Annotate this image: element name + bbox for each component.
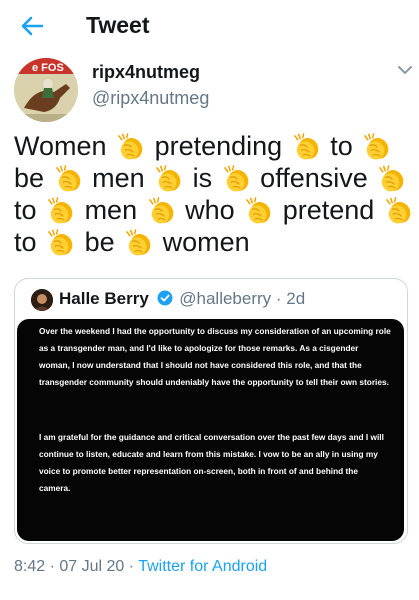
tweet-word: pretending: [154, 131, 283, 161]
clapping-hands-icon: [54, 165, 83, 192]
tweet-word: pretend: [282, 195, 375, 225]
clapping-hands-icon: [292, 133, 321, 160]
tweet-word: women: [162, 227, 250, 257]
quoted-tweet[interactable]: Halle Berry @halleberry · 2d Over the we…: [14, 278, 408, 544]
top-bar: Tweet: [0, 0, 419, 52]
tweet-meta: 8:42 · 07 Jul 20 · Twitter for Android: [14, 558, 267, 576]
verified-badge-icon: [157, 290, 173, 306]
svg-text:e FOS: e FOS: [32, 62, 64, 74]
clapping-hands-icon: [362, 133, 391, 160]
source-link[interactable]: Twitter for Android: [138, 558, 267, 575]
quoted-handle: @halleberry: [179, 289, 272, 308]
clapping-hands-icon: [377, 165, 406, 192]
clapping-hands-icon: [154, 165, 183, 192]
tweet-word: to: [14, 227, 37, 257]
tweet-word: men: [92, 163, 145, 193]
author-handle[interactable]: @ripx4nutmeg: [92, 88, 209, 109]
tweet-word: is: [192, 163, 213, 193]
clapping-hands-icon: [384, 197, 413, 224]
page-title: Tweet: [86, 12, 150, 38]
chevron-down-icon[interactable]: [397, 64, 413, 76]
clapping-hands-icon: [116, 133, 145, 160]
quoted-avatar: [31, 289, 53, 311]
tweet-word: to: [330, 131, 353, 161]
quoted-time: · 2d: [275, 289, 306, 308]
avatar[interactable]: e FOS: [14, 58, 78, 122]
timestamp: 8:42 · 07 Jul 20 ·: [14, 558, 135, 575]
tweet-word: who: [185, 195, 235, 225]
statement-paragraph: I am grateful for the guidance and criti…: [39, 432, 384, 493]
clapping-hands-icon: [46, 229, 75, 256]
statement-paragraph: Over the weekend I had the opportunity t…: [39, 326, 391, 387]
tweet-text: Women pretending to be men is offensive …: [14, 130, 414, 258]
tweet-word: be: [84, 227, 115, 257]
clapping-hands-icon: [222, 165, 251, 192]
clapping-hands-icon: [124, 229, 153, 256]
tweet-word: men: [84, 195, 138, 225]
quoted-header: Halle Berry @halleberry · 2d: [59, 289, 305, 309]
tweet-word: be: [14, 163, 45, 193]
clapping-hands-icon: [46, 197, 75, 224]
clapping-hands-icon: [147, 197, 176, 224]
author-name[interactable]: ripx4nutmeg: [92, 62, 200, 83]
quoted-name: Halle Berry: [59, 289, 149, 308]
arrow-left-icon[interactable]: [18, 12, 46, 40]
tweet-word: to: [14, 195, 37, 225]
statement-image: Over the weekend I had the opportunity t…: [17, 319, 404, 541]
clapping-hands-icon: [244, 197, 273, 224]
tweet-word: offensive: [260, 163, 368, 193]
tweet-word: Women: [14, 131, 107, 161]
